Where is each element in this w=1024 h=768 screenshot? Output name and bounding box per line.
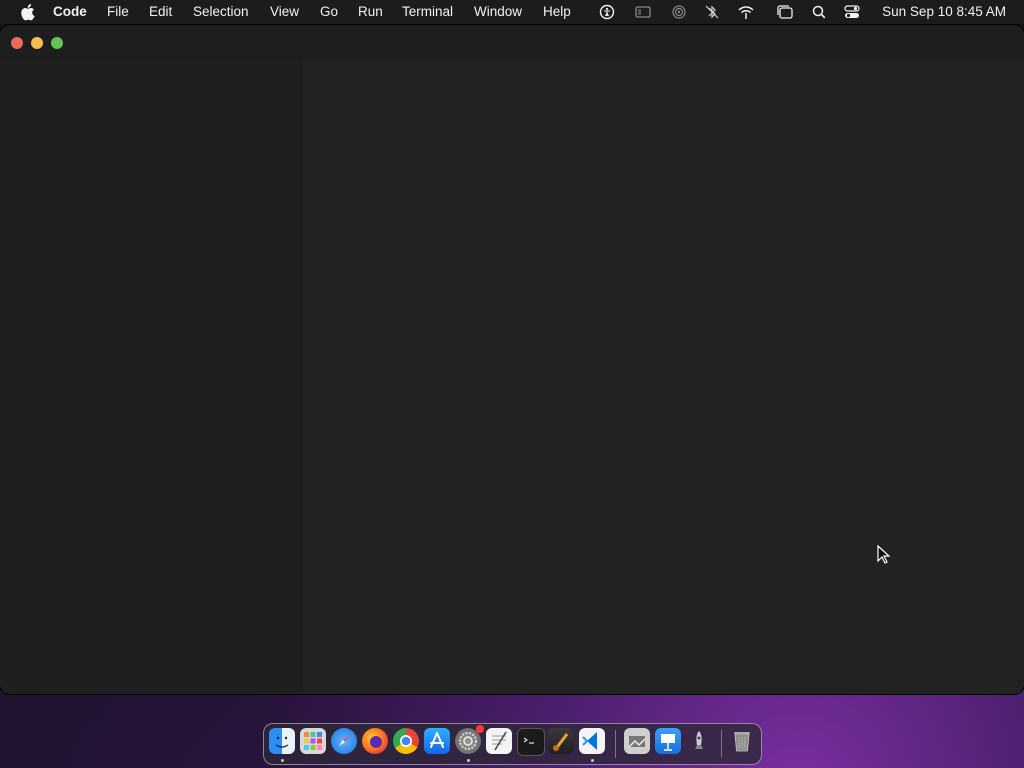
notification-badge xyxy=(476,725,484,733)
dock-separator xyxy=(615,730,616,758)
wifi-icon[interactable] xyxy=(737,4,755,20)
system-settings-icon[interactable] xyxy=(455,725,484,754)
terminal-icon[interactable] xyxy=(517,728,545,756)
control-center-icon[interactable] xyxy=(843,4,861,20)
dock-separator xyxy=(721,730,722,758)
chrome-icon[interactable] xyxy=(393,728,419,754)
airplay-icon[interactable] xyxy=(670,4,688,20)
menu-edit[interactable]: Edit xyxy=(149,4,172,20)
window-titlebar[interactable] xyxy=(0,25,1024,60)
menu-window[interactable]: Window xyxy=(474,4,522,20)
preview-icon[interactable] xyxy=(624,728,650,754)
instruments-icon[interactable] xyxy=(548,728,574,754)
sidebar-panel[interactable] xyxy=(0,60,300,694)
close-window-button[interactable] xyxy=(11,37,23,49)
vscode-window xyxy=(0,25,1024,694)
mouse-cursor-icon xyxy=(877,545,891,564)
dock xyxy=(263,723,762,765)
window-icon[interactable] xyxy=(776,4,794,20)
firefox-icon[interactable] xyxy=(362,728,388,754)
app-store-icon[interactable] xyxy=(424,728,450,754)
textedit-icon[interactable] xyxy=(486,728,512,754)
spotlight-search-icon[interactable] xyxy=(810,4,828,20)
running-indicator xyxy=(281,759,284,762)
menu-app-name[interactable]: Code xyxy=(53,4,87,20)
finder-icon[interactable] xyxy=(269,728,295,754)
running-indicator xyxy=(467,759,470,762)
menu-run[interactable]: Run xyxy=(358,4,383,20)
accessibility-icon[interactable] xyxy=(598,4,616,20)
keynote-icon[interactable] xyxy=(655,728,681,754)
menu-terminal[interactable]: Terminal xyxy=(402,4,453,20)
launchpad-icon[interactable] xyxy=(300,728,326,754)
editor-area[interactable] xyxy=(303,60,1024,694)
menu-file[interactable]: File xyxy=(107,4,129,20)
bluetooth-off-icon[interactable] xyxy=(703,4,721,20)
running-indicator xyxy=(591,759,594,762)
rocket-icon[interactable] xyxy=(686,728,712,754)
menu-selection[interactable]: Selection xyxy=(193,4,249,20)
safari-icon[interactable] xyxy=(331,728,357,754)
apple-menu-icon[interactable] xyxy=(19,3,35,21)
menu-view[interactable]: View xyxy=(270,4,299,20)
minimize-window-button[interactable] xyxy=(31,37,43,49)
trash-icon[interactable] xyxy=(729,728,755,754)
menu-bar: Code File Edit Selection View Go Run Ter… xyxy=(0,0,1024,24)
zoom-window-button[interactable] xyxy=(51,37,63,49)
menu-bar-clock[interactable]: Sun Sep 10 8:45 AM xyxy=(882,4,1006,20)
menu-go[interactable]: Go xyxy=(320,4,338,20)
screen-mirror-icon[interactable] xyxy=(634,4,652,20)
vscode-icon[interactable] xyxy=(579,728,605,754)
menu-help[interactable]: Help xyxy=(543,4,571,20)
